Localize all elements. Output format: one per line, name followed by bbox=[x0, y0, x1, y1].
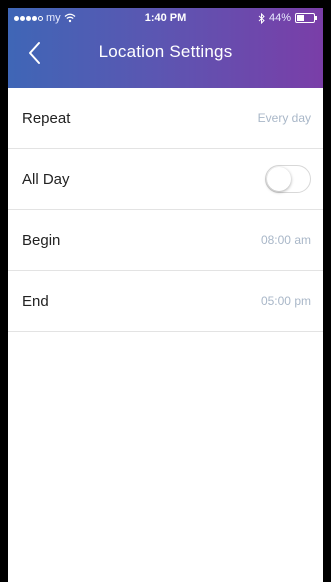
battery-percent: 44% bbox=[268, 12, 291, 24]
settings-list: Repeat Every day All Day Begin 08:00 am … bbox=[8, 88, 323, 332]
battery-icon bbox=[295, 13, 317, 23]
all-day-toggle[interactable] bbox=[265, 165, 311, 193]
status-bar: my 1:40 PM 44% bbox=[8, 8, 323, 30]
repeat-row[interactable]: Repeat Every day bbox=[8, 88, 323, 149]
repeat-label: Repeat bbox=[22, 109, 71, 127]
nav-bar: Location Settings bbox=[8, 30, 323, 88]
header: my 1:40 PM 44% Location Settings bbox=[8, 8, 323, 88]
begin-time-value: 08:00 am bbox=[260, 233, 311, 247]
page-title: Location Settings bbox=[98, 42, 233, 61]
end-time-value: 05:00 pm bbox=[260, 294, 311, 308]
repeat-value: Every day bbox=[257, 111, 311, 125]
all-day-label: All Day bbox=[22, 170, 70, 188]
end-label: End bbox=[22, 292, 49, 310]
end-row[interactable]: End 05:00 pm bbox=[8, 271, 323, 332]
battery-fill bbox=[297, 15, 304, 21]
all-day-row: All Day bbox=[8, 149, 323, 210]
phone-screen: my 1:40 PM 44% Location Settings Repeat … bbox=[8, 8, 323, 582]
bluetooth-icon bbox=[258, 12, 265, 24]
begin-row[interactable]: Begin 08:00 am bbox=[8, 210, 323, 271]
begin-label: Begin bbox=[22, 231, 61, 249]
toggle-knob bbox=[267, 167, 291, 191]
status-right: 44% bbox=[258, 12, 317, 24]
